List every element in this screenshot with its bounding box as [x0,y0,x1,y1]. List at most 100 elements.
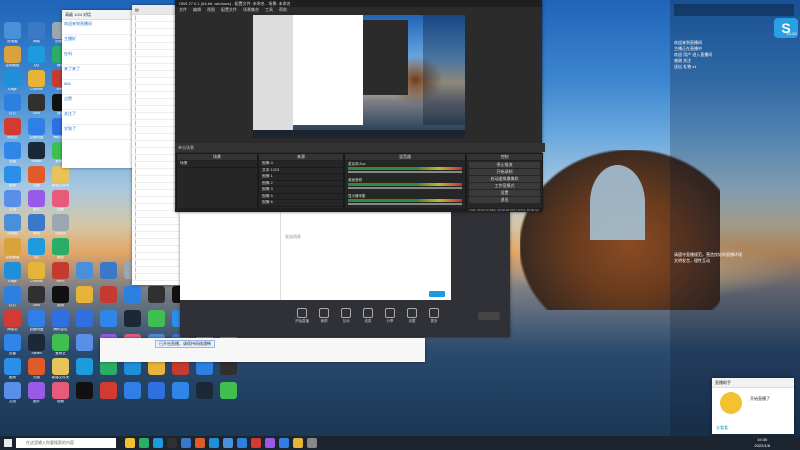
obs-menu-item[interactable]: 文件 [179,7,187,12]
volume-slider[interactable] [348,171,462,173]
desktop-icon[interactable]: Chrome [28,70,45,91]
table-row[interactable]: │ [132,239,182,246]
volume-slider[interactable] [348,187,462,189]
desktop-icon[interactable]: 新建文件夹 [52,358,69,379]
desktop-icon[interactable]: 图片 [28,190,45,211]
obs-menu-item[interactable]: 帮助 [279,7,287,12]
obs-menu-item[interactable]: 工具 [265,7,273,12]
desktop-icon[interactable]: Steam [28,142,45,163]
desktop-icon[interactable]: 腾讯会议 [52,310,69,331]
desktop-icon[interactable]: 此电脑 [4,214,21,235]
taskbar-app-icon[interactable] [223,438,233,448]
desktop-icon[interactable]: 爱奇艺 [52,334,69,355]
desktop-icon[interactable] [76,310,93,327]
live-tool-button[interactable]: 设置 [405,308,419,324]
desktop-icon[interactable]: 剪映 [52,286,69,307]
table-row[interactable]: │ [132,274,182,281]
obs-menu-item[interactable]: 编辑 [193,7,201,12]
desktop-icon[interactable]: 控制面板 [4,46,21,67]
desktop-icon[interactable]: 百度网盘 [28,310,45,331]
taskbar-app-icon[interactable] [251,438,261,448]
notification-action[interactable]: 去看看 [716,425,728,431]
obs-control-button[interactable]: 停止推流 [469,162,540,168]
desktop-icon[interactable]: 图片 [28,382,45,403]
desktop-icon[interactable]: 钉钉 [4,94,21,115]
desktop-icon[interactable] [148,382,165,399]
obs-menu-item[interactable]: 视图 [207,7,215,12]
taskbar-app-icon[interactable] [265,438,275,448]
desktop-icon[interactable]: Chrome [28,262,45,283]
taskbar-app-icon[interactable] [307,438,317,448]
taskbar-app-icon[interactable] [209,438,219,448]
table-row[interactable]: │ [132,211,182,218]
desktop-icon[interactable]: 网易云 [4,118,21,139]
desktop-icon[interactable] [148,310,165,327]
desktop-icon[interactable]: 回收站 [52,214,69,235]
desktop-icon[interactable] [76,334,93,351]
desktop-icon[interactable]: 火绒 [28,358,45,379]
desktop-icon[interactable]: 迅雷 [4,142,21,163]
taskbar-app-icon[interactable] [195,438,205,448]
obs-control-button[interactable]: 工作室模式 [469,183,540,189]
desktop-icon[interactable] [100,382,117,399]
desktop-icon[interactable]: 微信 [52,238,69,259]
desktop-icon[interactable] [76,262,93,279]
desktop-icon[interactable]: 控制面板 [4,238,21,259]
live-tool-button[interactable]: 更多 [427,308,441,324]
desktop-icon[interactable]: 网络 [28,214,45,235]
obs-control-button[interactable]: 退出 [469,197,540,203]
desktop-icon[interactable] [76,358,93,375]
desktop-icon[interactable]: 酷狗 [4,358,21,379]
table-row[interactable]: │ [132,246,182,253]
desktop-icon[interactable]: 钉钉 [4,286,21,307]
desktop-icon[interactable] [172,382,189,399]
desktop-icon[interactable] [100,286,117,303]
obs-control-button[interactable]: 开始录制 [469,169,540,175]
taskbar-app-icon[interactable] [293,438,303,448]
taskbar-app-icon[interactable] [279,438,289,448]
desktop-icon[interactable] [148,286,165,303]
obs-control-button[interactable]: 启动虚拟摄像机 [469,176,540,182]
desktop-icon[interactable] [220,382,237,399]
desktop-icon[interactable]: Steam [28,334,45,355]
desktop-icon[interactable]: 视频 [52,190,69,211]
desktop-icon[interactable]: 文档 [4,190,21,211]
table-row[interactable]: │ [132,232,182,239]
live-tool-button[interactable]: 互动 [339,308,353,324]
source-item[interactable]: 图像 6 [259,200,343,207]
desktop-icon[interactable]: WPS [52,262,69,283]
taskbar-app-icon[interactable] [139,438,149,448]
desktop-icon[interactable]: 视频 [52,382,69,403]
desktop-icon[interactable]: OBS [28,94,45,115]
table-row[interactable]: │ [132,253,182,260]
send-button[interactable] [429,291,445,297]
message-input[interactable]: 发送消息 [285,234,301,240]
desktop-icon[interactable] [196,382,213,399]
desktop-icon[interactable]: 火绒 [28,166,45,187]
taskbar-app-icon[interactable] [167,438,177,448]
desktop-icon[interactable]: Edge [4,262,21,283]
desktop-icon[interactable]: OBS [28,286,45,307]
obs-menu-item[interactable]: 配置文件 [221,7,237,12]
desktop-icon[interactable]: Edge [4,70,21,91]
desktop-icon[interactable]: 网络 [28,22,45,43]
desktop-icon[interactable] [124,286,141,303]
taskbar-app-icon[interactable] [237,438,247,448]
desktop-icon[interactable] [124,382,141,399]
desktop-icon[interactable] [124,310,141,327]
table-row[interactable]: │ [132,225,182,232]
live-start-button[interactable] [478,312,500,320]
obs-control-button[interactable]: 设置 [469,190,540,196]
desktop-icon[interactable] [100,262,117,279]
live-tool-button[interactable]: 连麦 [361,308,375,324]
desktop-icon[interactable]: QQ [28,238,45,259]
volume-slider[interactable] [348,203,462,205]
taskbar-app-icon[interactable] [181,438,191,448]
start-icon[interactable] [4,439,12,447]
desktop-icon[interactable]: QQ [28,46,45,67]
scene-item[interactable]: 场景 [177,161,257,168]
desktop-icon[interactable]: 文档 [4,382,21,403]
taskbar-search[interactable]: 在这里输入你要搜索的内容 [16,438,116,448]
live-tool-button[interactable]: 分享 [383,308,397,324]
table-row[interactable]: │ [132,267,182,274]
